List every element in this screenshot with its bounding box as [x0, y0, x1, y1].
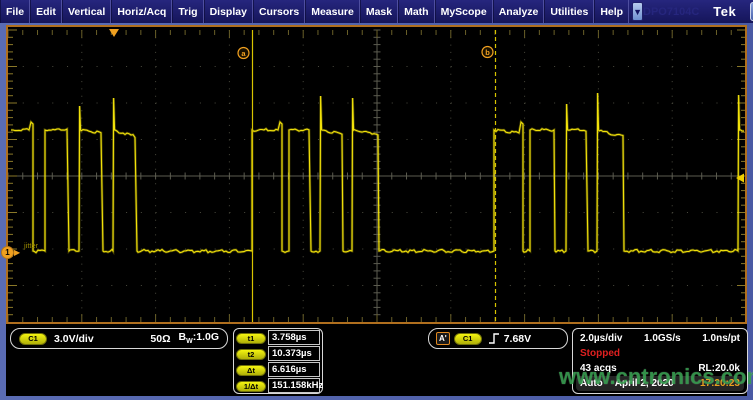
titlebar-right: DPO7104C Tek — ✕ — [643, 0, 753, 23]
timebase: 2.0µs/div — [580, 333, 622, 344]
channel-1-marker-label: 1 — [5, 248, 9, 257]
trigger-readout: A' C1 7.68V — [428, 328, 568, 349]
trigger-source-label: C1 — [463, 334, 473, 343]
menu-item-analyze[interactable]: Analyze — [493, 0, 545, 23]
cursor-readout: t1 3.758µs t2 10.373µs Δt 6.616µs 1/Δt 1… — [233, 328, 323, 394]
inverse-delta-t-badge[interactable]: 1/Δt — [236, 381, 266, 392]
chevron-down-icon: ▼ — [633, 7, 642, 17]
t2-badge[interactable]: t2 — [236, 349, 266, 360]
channel-1-badge-label: C1 — [28, 334, 38, 343]
vertical-readout: C1 3.0V/div 50Ω BW:1.0G — [10, 328, 228, 349]
sample-rate: 1.0GS/s — [644, 333, 681, 344]
menu-overflow-dropdown[interactable]: ▼ — [632, 2, 643, 21]
inverse-delta-t-value: 151.158kHz — [268, 378, 320, 393]
menu-item-cursors[interactable]: Cursors — [253, 0, 305, 23]
menu-item-help[interactable]: Help — [594, 0, 629, 23]
acquisition-status: Stopped — [580, 348, 620, 359]
cursor-row-delta-t: Δt 6.616µs — [236, 362, 320, 378]
menu-bar: FileEditVerticalHoriz/AcqTrigDisplayCurs… — [0, 0, 753, 23]
watermark: www.cntronics.com — [559, 364, 753, 390]
menu-item-measure[interactable]: Measure — [305, 0, 360, 23]
cursor-row-t2: t2 10.373µs — [236, 346, 320, 362]
trigger-source-badge[interactable]: C1 — [454, 333, 482, 345]
menu-item-trig[interactable]: Trig — [172, 0, 203, 23]
menu-item-vertical[interactable]: Vertical — [62, 0, 111, 23]
scope-graticule: abjitter — [8, 27, 745, 322]
resolution: 1.0ns/pt — [702, 333, 740, 344]
trigger-a-badge[interactable]: A' — [436, 332, 450, 345]
t1-badge[interactable]: t1 — [236, 333, 266, 344]
jitter-label: jitter — [23, 241, 39, 250]
menu-item-edit[interactable]: Edit — [30, 0, 62, 23]
rising-edge-icon — [488, 332, 500, 345]
tek-logo: Tek — [713, 4, 736, 19]
menu-items: FileEditVerticalHoriz/AcqTrigDisplayCurs… — [0, 0, 629, 23]
menu-item-utilities[interactable]: Utilities — [544, 0, 594, 23]
delta-t-value: 6.616µs — [268, 362, 320, 377]
delta-t-badge[interactable]: Δt — [236, 365, 266, 376]
vertical-scale: 3.0V/div — [54, 333, 94, 345]
oscilloscope-window: FileEditVerticalHoriz/AcqTrigDisplayCurs… — [0, 0, 753, 400]
channel-1-marker[interactable]: 1 — [1, 246, 14, 259]
trigger-level: 7.68V — [504, 333, 531, 345]
menu-item-myscope[interactable]: MyScope — [435, 0, 493, 23]
waveform-display[interactable]: abjitter — [6, 25, 747, 324]
menu-item-math[interactable]: Math — [398, 0, 435, 23]
model-label: DPO7104C — [643, 6, 699, 18]
menu-item-mask[interactable]: Mask — [360, 0, 398, 23]
t2-value: 10.373µs — [268, 346, 320, 361]
menu-item-display[interactable]: Display — [204, 0, 253, 23]
bandwidth-readout: BW:1.0G — [179, 331, 219, 345]
menu-item-file[interactable]: File — [0, 0, 30, 23]
acquisition-status-row: Stopped — [580, 346, 740, 361]
channel-1-arrow-icon: ▶ — [14, 248, 20, 257]
trigger-position-marker[interactable] — [109, 29, 119, 37]
channel-1-badge[interactable]: C1 — [19, 333, 47, 345]
trigger-a-badge-label: A' — [439, 334, 447, 343]
cursor-row-t1: t1 3.758µs — [236, 330, 320, 346]
input-impedance: 50Ω — [150, 333, 170, 345]
t1-value: 3.758µs — [268, 330, 320, 345]
readout-strip: C1 3.0V/div 50Ω BW:1.0G t1 3.758µs t2 10… — [6, 324, 747, 396]
horizontal-row-1: 2.0µs/div 1.0GS/s 1.0ns/pt — [580, 331, 740, 346]
menu-item-horiz-acq[interactable]: Horiz/Acq — [111, 0, 172, 23]
cursor-row-inverse-delta-t: 1/Δt 151.158kHz — [236, 378, 320, 394]
cursor-b-label: b — [485, 48, 490, 57]
